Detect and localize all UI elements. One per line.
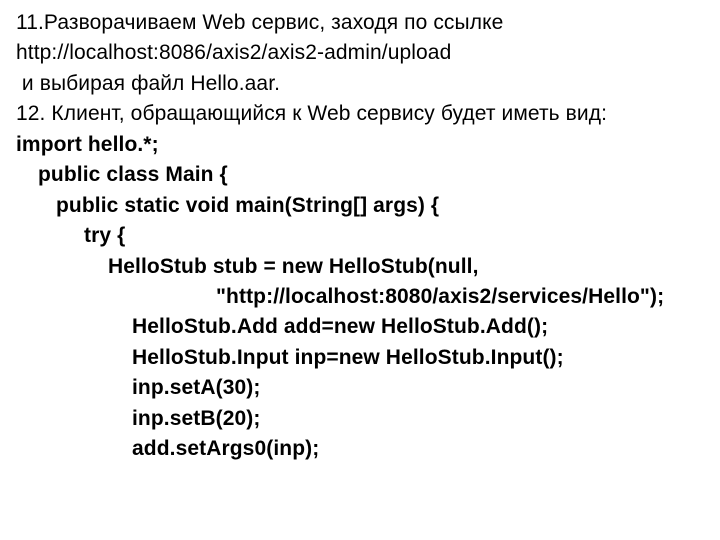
code-line-main: public static void main(String[] args) { [16, 191, 704, 221]
code-line-stub: HelloStub stub = new HelloStub(null, [16, 252, 704, 282]
code-line-import: import hello.*; [16, 130, 704, 160]
code-line-url2: "http://localhost:8080/axis2/services/He… [16, 282, 704, 312]
code-line-try: try { [16, 221, 704, 251]
text-line-url1: http://localhost:8086/axis2/axis2-admin/… [16, 38, 704, 68]
code-line-add: HelloStub.Add add=new HelloStub.Add(); [16, 312, 704, 342]
code-line-seta: inp.setA(30); [16, 373, 704, 403]
text-line-step11b: и выбирая файл Hello.aar. [16, 69, 704, 99]
code-line-setb: inp.setB(20); [16, 404, 704, 434]
text-line-step12: 12. Клиент, обращающийся к Web сервису б… [16, 99, 704, 129]
text-line-step11a: 11.Разворачиваем Web сервис, заходя по с… [16, 8, 704, 38]
code-line-input: HelloStub.Input inp=new HelloStub.Input(… [16, 343, 704, 373]
document-body: 11.Разворачиваем Web сервис, заходя по с… [16, 8, 704, 465]
code-line-setargs: add.setArgs0(inp); [16, 434, 704, 464]
code-line-class: public class Main { [16, 160, 704, 190]
